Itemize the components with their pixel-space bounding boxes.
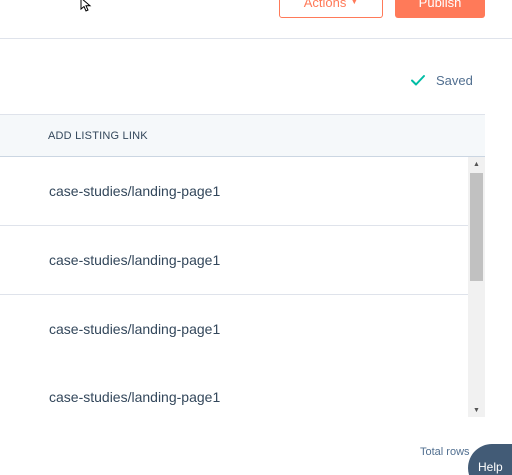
table-row: case-studies/landing-page1: [0, 226, 468, 295]
actions-button-label: Actions: [303, 0, 347, 10]
actions-button[interactable]: Actions ▼: [279, 0, 383, 18]
top-toolbar: Actions ▼ Publish: [0, 0, 512, 39]
scroll-down-arrow-icon[interactable]: ▼: [468, 403, 485, 417]
listing-link-cell[interactable]: case-studies/landing-page1: [49, 252, 220, 268]
page: Actions ▼ Publish Saved ADD LISTING LINK…: [0, 0, 512, 475]
table-row: case-studies/landing-page1: [0, 363, 468, 417]
saved-status: Saved: [410, 71, 473, 89]
table-body: case-studies/landing-page1 case-studies/…: [0, 157, 468, 417]
listing-link-cell[interactable]: case-studies/landing-page1: [49, 389, 220, 405]
chevron-down-icon: ▼: [350, 0, 359, 6]
column-header-add-listing-link[interactable]: ADD LISTING LINK: [48, 130, 148, 142]
mouse-cursor-icon: [80, 0, 92, 12]
publish-button-label: Publish: [418, 0, 462, 10]
checkmark-icon: [411, 75, 425, 86]
help-button-label: Help: [478, 460, 503, 474]
listing-link-cell[interactable]: case-studies/landing-page1: [49, 183, 220, 199]
table-header: ADD LISTING LINK: [0, 114, 485, 157]
scrollbar-thumb[interactable]: [470, 173, 483, 281]
saved-label: Saved: [436, 72, 473, 88]
publish-button[interactable]: Publish: [395, 0, 485, 18]
vertical-scrollbar[interactable]: ▲ ▼: [468, 157, 485, 417]
scroll-up-arrow-icon[interactable]: ▲: [468, 157, 485, 171]
listing-links-table: ADD LISTING LINK case-studies/landing-pa…: [0, 114, 485, 417]
table-row: case-studies/landing-page1: [0, 157, 468, 226]
table-row: case-studies/landing-page1: [0, 295, 468, 364]
total-rows-label: Total rows: [420, 446, 470, 458]
listing-link-cell[interactable]: case-studies/landing-page1: [49, 321, 220, 337]
help-button[interactable]: Help: [468, 444, 512, 475]
